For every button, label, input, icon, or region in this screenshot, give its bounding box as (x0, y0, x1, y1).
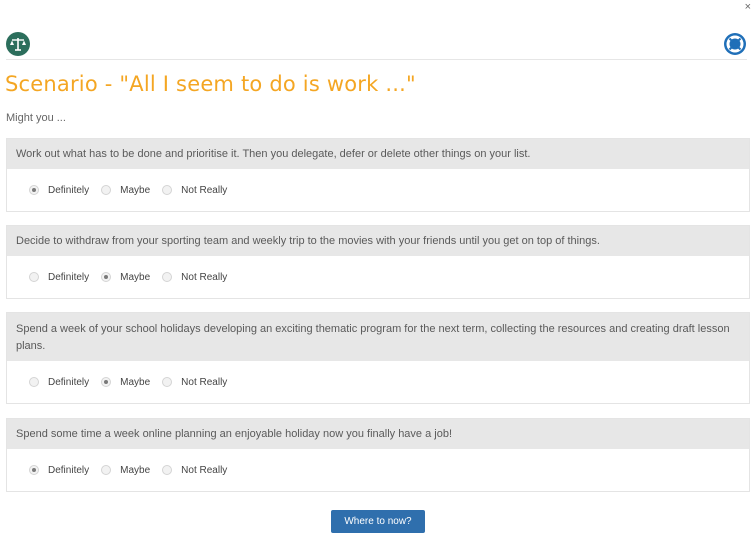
page-title: Scenario - "All I seem to do is work ...… (5, 72, 416, 96)
radio-button[interactable] (162, 377, 173, 387)
option-label: Maybe (120, 271, 151, 283)
answer-options: Definitely Maybe Not Really (7, 169, 749, 211)
option-maybe[interactable]: Maybe (101, 185, 150, 196)
answer-options: Definitely Maybe Not Really (7, 449, 749, 491)
header-bar (6, 30, 747, 60)
radio-button[interactable] (162, 465, 173, 475)
option-definitely[interactable]: Definitely (29, 185, 89, 196)
option-label: Not Really (181, 376, 228, 388)
option-label: Maybe (120, 376, 151, 388)
option-label: Definitely (48, 464, 90, 476)
option-label: Not Really (181, 464, 228, 476)
option-not-really[interactable]: Not Really (162, 465, 227, 476)
scales-icon (6, 32, 30, 56)
question-card-2: Decide to withdraw from your sporting te… (6, 225, 750, 299)
option-not-really[interactable]: Not Really (162, 377, 227, 388)
question-card-1: Work out what has to be done and priorit… (6, 138, 750, 212)
answer-options: Definitely Maybe Not Really (7, 256, 749, 298)
question-card-3: Spend a week of your school holidays dev… (6, 312, 750, 404)
option-label: Not Really (181, 271, 228, 283)
intro-text: Might you ... (6, 112, 66, 124)
where-to-now-button[interactable]: Where to now? (331, 510, 425, 533)
option-label: Maybe (120, 464, 151, 476)
question-text: Work out what has to be done and priorit… (7, 139, 749, 169)
question-card-4: Spend some time a week online planning a… (6, 418, 750, 492)
option-label: Definitely (48, 376, 90, 388)
question-text: Spend some time a week online planning a… (7, 419, 749, 449)
option-label: Not Really (181, 184, 228, 196)
close-icon[interactable]: × (745, 2, 751, 13)
radio-button[interactable] (162, 185, 173, 195)
option-label: Definitely (48, 184, 90, 196)
option-maybe[interactable]: Maybe (101, 465, 150, 476)
radio-button[interactable] (29, 272, 39, 282)
option-not-really[interactable]: Not Really (162, 185, 227, 196)
radio-button[interactable] (29, 185, 39, 195)
option-maybe[interactable]: Maybe (101, 377, 150, 388)
question-text: Spend a week of your school holidays dev… (7, 313, 749, 361)
radio-button[interactable] (101, 272, 112, 282)
option-definitely[interactable]: Definitely (29, 465, 89, 476)
radio-button[interactable] (101, 465, 112, 475)
radio-button[interactable] (29, 465, 39, 475)
question-text: Decide to withdraw from your sporting te… (7, 226, 749, 256)
radio-button[interactable] (29, 377, 39, 387)
answer-options: Definitely Maybe Not Really (7, 361, 749, 403)
radio-button[interactable] (162, 272, 173, 282)
option-not-really[interactable]: Not Really (162, 272, 227, 283)
option-definitely[interactable]: Definitely (29, 272, 89, 283)
radio-button[interactable] (101, 377, 112, 387)
option-label: Definitely (48, 271, 90, 283)
radio-button[interactable] (101, 185, 112, 195)
option-maybe[interactable]: Maybe (101, 272, 150, 283)
option-definitely[interactable]: Definitely (29, 377, 89, 388)
lifebuoy-icon[interactable] (723, 32, 747, 56)
option-label: Maybe (120, 184, 151, 196)
